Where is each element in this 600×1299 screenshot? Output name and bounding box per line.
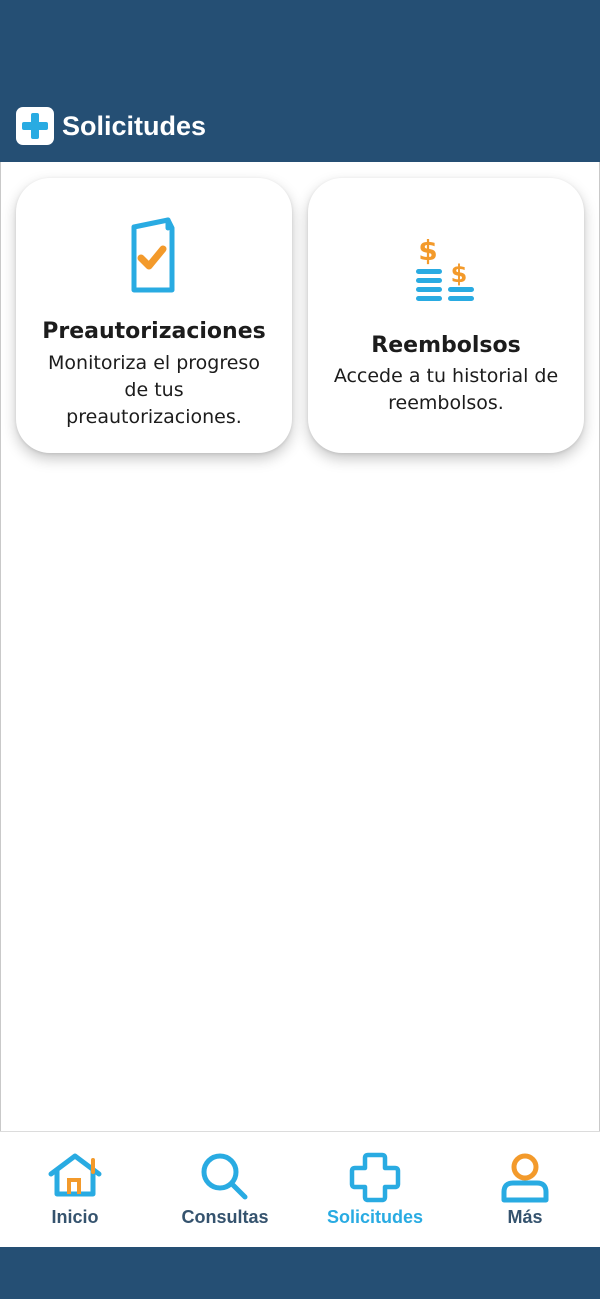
page-title: Solicitudes bbox=[62, 111, 207, 141]
app-header: Solicitudes bbox=[0, 0, 600, 162]
preautorizaciones-card[interactable]: Preautorizaciones Monitoriza el progreso… bbox=[16, 178, 292, 453]
tab-consultas[interactable]: Consultas bbox=[150, 1132, 300, 1248]
bottom-system-bar bbox=[0, 1247, 600, 1299]
search-icon bbox=[150, 1152, 300, 1204]
tab-solicitudes[interactable]: Solicitudes bbox=[300, 1132, 450, 1248]
svg-text:$: $ bbox=[451, 260, 468, 288]
tab-inicio[interactable]: Inicio bbox=[0, 1132, 150, 1248]
tab-mas[interactable]: Más bbox=[450, 1132, 600, 1248]
tab-label: Más bbox=[507, 1207, 543, 1227]
tab-label: Inicio bbox=[51, 1207, 99, 1227]
plus-icon bbox=[16, 107, 54, 145]
coins-dollar-icon: $ $ bbox=[308, 232, 584, 308]
plus-icon bbox=[300, 1152, 450, 1204]
bottom-tab-bar: Inicio Consultas Solicitudes Más bbox=[0, 1131, 600, 1247]
checked-document-icon bbox=[16, 216, 292, 298]
reembolsos-card[interactable]: $ $ Reembolsos Accede a tu historial de … bbox=[308, 178, 584, 453]
tab-label: Consultas bbox=[181, 1207, 269, 1227]
user-icon bbox=[450, 1152, 600, 1204]
svg-text:$: $ bbox=[418, 234, 437, 267]
card-description-line: reembolsos. bbox=[388, 392, 504, 414]
card-title: Reembolsos bbox=[371, 333, 521, 358]
card-description-line: preautorizaciones. bbox=[66, 406, 242, 428]
card-title: Preautorizaciones bbox=[42, 319, 266, 344]
card-description: Accede a tu historial de reembolsos. bbox=[318, 363, 574, 417]
card-description-line: de tus bbox=[124, 379, 184, 401]
card-description-line: Accede a tu historial de bbox=[333, 365, 559, 387]
card-description: Monitoriza el progreso de tus preautoriz… bbox=[26, 350, 282, 431]
tab-label: Solicitudes bbox=[326, 1207, 424, 1227]
home-icon bbox=[0, 1152, 150, 1204]
card-description-line: Monitoriza el progreso bbox=[48, 352, 260, 374]
